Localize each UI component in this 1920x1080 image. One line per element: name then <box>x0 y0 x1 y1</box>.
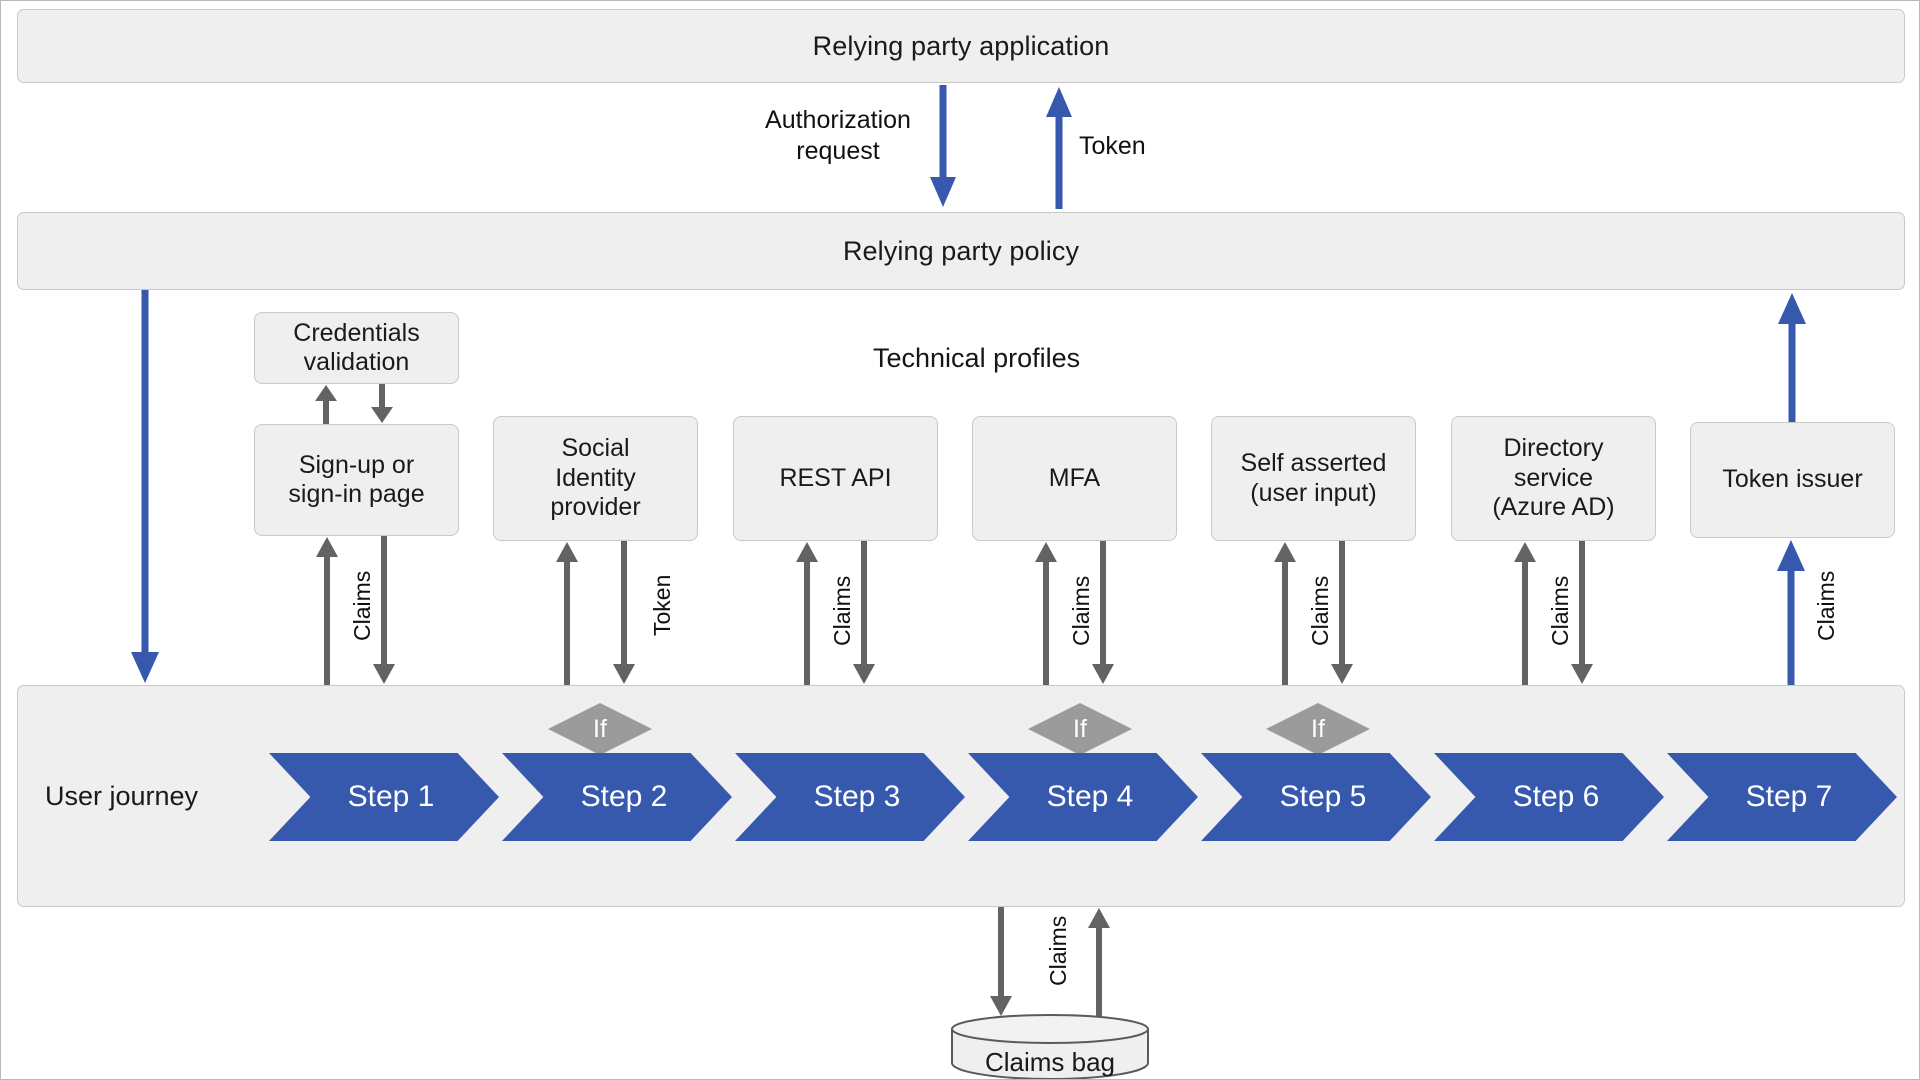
technical-profile-label: REST API <box>779 463 892 492</box>
technical-profile-sign-up-or-sign-in-page[interactable]: Sign-up or sign-in page <box>254 424 459 536</box>
technical-profile-label: Social Identity provider <box>550 434 641 522</box>
technical-profile-credentials-validation[interactable]: Credentials validation <box>254 312 459 384</box>
journey-to-claims-bag-arrow <box>988 907 1014 1017</box>
journey-to-token-issuer-arrow <box>1776 538 1806 685</box>
technical-profiles-title: Technical profiles <box>873 343 1081 373</box>
user-journey-label: User journey <box>45 781 199 811</box>
if-condition-label: If <box>1073 714 1087 743</box>
journey-step-label: Step 7 <box>1745 780 1833 813</box>
claims-label-signin: Claims <box>349 570 375 641</box>
technical-profile-token-issuer[interactable]: Token issuer <box>1690 422 1895 538</box>
journey-to-social-idp-arrow <box>554 541 580 685</box>
claims-bag-label: Claims bag <box>984 1047 1116 1077</box>
relying-party-policy-band: Relying party policy <box>17 212 1905 290</box>
technical-profile-label: Sign-up or sign-in page <box>288 450 425 509</box>
claims-label-directory-service: Claims <box>1547 575 1573 646</box>
if-condition-1[interactable]: If <box>546 701 654 757</box>
technical-profile-label: Self asserted (user input) <box>1240 449 1387 507</box>
credentials-to-signin-arrow <box>369 384 395 424</box>
claims-label-self-asserted: Claims <box>1307 575 1333 646</box>
signin-to-credentials-arrow <box>313 384 339 424</box>
claims-label-rest-api: Claims <box>829 575 855 646</box>
token-label-top: Token <box>1079 132 1146 160</box>
technical-profile-label: Directory service (Azure AD) <box>1492 434 1615 522</box>
if-condition-2[interactable]: If <box>1026 701 1134 757</box>
technical-profile-self-asserted[interactable]: Self asserted (user input) <box>1211 416 1416 541</box>
if-condition-3[interactable]: If <box>1264 701 1372 757</box>
journey-step-label: Step 6 <box>1512 780 1600 813</box>
if-condition-label: If <box>593 714 607 743</box>
journey-to-self-asserted-arrow <box>1272 541 1298 685</box>
social-idp-to-journey-arrow <box>611 541 637 685</box>
technical-profile-rest-api[interactable]: REST API <box>733 416 938 541</box>
claims-bag[interactable]: Claims bag <box>950 1013 1150 1079</box>
if-condition-label: If <box>1311 714 1325 743</box>
journey-to-directory-service-arrow <box>1512 541 1538 685</box>
token-label-social-idp: Token <box>649 574 675 636</box>
claims-bag-to-journey-arrow <box>1086 907 1112 1017</box>
journey-step-label: Step 2 <box>580 780 668 813</box>
authorization-request-label: Authorization request <box>765 106 911 166</box>
token-arrow-up <box>1044 85 1074 209</box>
authorization-request-arrow <box>928 85 958 209</box>
journey-to-mfa-arrow <box>1033 541 1059 685</box>
technical-profile-mfa[interactable]: MFA <box>972 416 1177 541</box>
token-issuer-to-policy-arrow <box>1776 291 1808 423</box>
technical-profile-directory-service[interactable]: Directory service (Azure AD) <box>1451 416 1656 541</box>
technical-profile-label: Token issuer <box>1722 465 1863 494</box>
journey-to-rest-api-arrow <box>794 541 820 685</box>
technical-profile-label: MFA <box>1048 463 1101 492</box>
journey-step-label: Step 1 <box>347 780 435 813</box>
diagram-canvas: Relying party application Authorization … <box>0 0 1920 1080</box>
policy-to-journey-arrow <box>129 290 161 685</box>
technical-profile-label: Credentials validation <box>293 318 420 377</box>
claims-label-claims-bag: Claims <box>1045 915 1071 986</box>
relying-party-policy-label: Relying party policy <box>842 235 1080 266</box>
technical-profile-social-identity-provider[interactable]: Social Identity provider <box>493 416 698 541</box>
claims-label-mfa: Claims <box>1068 575 1094 646</box>
relying-party-application-band: Relying party application <box>17 9 1905 83</box>
journey-step-label: Step 5 <box>1279 780 1367 813</box>
relying-party-application-label: Relying party application <box>812 30 1110 61</box>
journey-to-signin-arrow <box>314 536 340 685</box>
journey-step-label: Step 3 <box>813 780 901 813</box>
journey-step-label: Step 4 <box>1046 780 1134 813</box>
claims-label-token-issuer: Claims <box>1813 570 1839 641</box>
